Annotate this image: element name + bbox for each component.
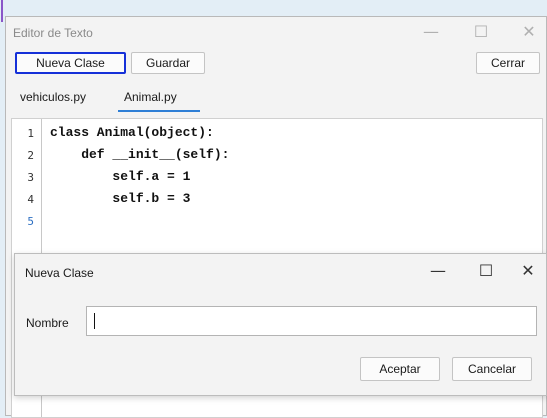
- code-line: self.b = 3: [50, 191, 191, 206]
- close-icon[interactable]: ✕: [514, 22, 544, 42]
- tab-vehiculos[interactable]: vehiculos.py: [20, 90, 86, 104]
- accept-button[interactable]: Aceptar: [360, 357, 440, 381]
- maximize-icon[interactable]: ☐: [471, 260, 501, 282]
- code-line: self.a = 1: [50, 169, 191, 184]
- name-label: Nombre: [26, 316, 69, 330]
- text-caret: [94, 313, 95, 329]
- line-number: 1: [27, 127, 34, 140]
- line-number: 5: [27, 215, 34, 228]
- tab-animal[interactable]: Animal.py: [124, 90, 177, 104]
- cancel-button[interactable]: Cancelar: [452, 357, 532, 381]
- editor-titlebar: Editor de Texto — ☐ ✕: [6, 17, 546, 47]
- line-number: 4: [27, 193, 34, 206]
- save-button[interactable]: Guardar: [131, 52, 205, 74]
- minimize-icon[interactable]: —: [423, 260, 453, 282]
- code-line: def __init__(self):: [50, 147, 230, 162]
- code-line: class Animal(object):: [50, 125, 214, 140]
- close-icon[interactable]: ✕: [513, 260, 543, 282]
- minimize-icon[interactable]: —: [416, 22, 446, 42]
- name-input[interactable]: [86, 306, 537, 336]
- close-button[interactable]: Cerrar: [476, 52, 540, 74]
- new-class-dialog: Nueva Clase — ☐ ✕ Nombre Aceptar Cancela…: [14, 253, 547, 396]
- line-number: 3: [27, 171, 34, 184]
- editor-title: Editor de Texto: [13, 26, 93, 40]
- active-tab-indicator: [118, 110, 200, 112]
- new-class-button[interactable]: Nueva Clase: [15, 52, 126, 74]
- line-number: 2: [27, 149, 34, 162]
- accent-line: [1, 0, 3, 22]
- dialog-title: Nueva Clase: [25, 266, 94, 280]
- maximize-icon[interactable]: ☐: [466, 22, 496, 42]
